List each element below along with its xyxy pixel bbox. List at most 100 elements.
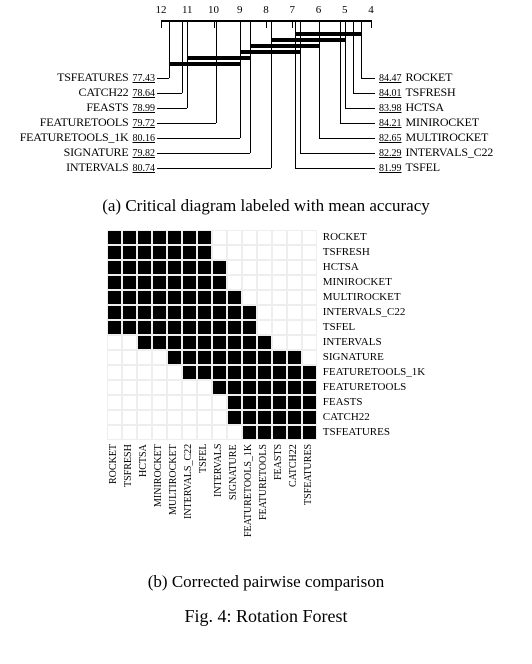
- heatmap-cell: [287, 260, 302, 275]
- heatmap-cell: [212, 395, 227, 410]
- heatmap-cell: [242, 350, 257, 365]
- heatmap-cell: [227, 275, 242, 290]
- heatmap-cell: [227, 365, 242, 380]
- clique-bar: [250, 44, 318, 48]
- lead-line: [353, 93, 375, 94]
- axis-tick: [371, 20, 372, 28]
- spacer: [316, 444, 426, 564]
- heatmap-cell: [182, 275, 197, 290]
- heatmap-cell: [167, 260, 182, 275]
- heatmap-cell: [272, 365, 287, 380]
- method-label: CATCH22: [79, 85, 129, 100]
- heatmap-cell: [137, 395, 152, 410]
- heatmap-cell: [107, 275, 122, 290]
- heatmap-cell: [167, 245, 182, 260]
- heatmap-cell: [242, 365, 257, 380]
- heatmap-cell: [182, 350, 197, 365]
- axis-tick-label: 6: [316, 4, 322, 16]
- heatmap-cell: [242, 410, 257, 425]
- method-entry-right: 84.01TSFRESH: [379, 85, 455, 100]
- heatmap-cell: [302, 395, 317, 410]
- heatmap-cell: [197, 425, 212, 440]
- heatmap-cell: [152, 230, 167, 245]
- heatmap-cell: [242, 290, 257, 305]
- heatmap-col-label: INTERVALS: [211, 444, 226, 564]
- heatmap-row-label: FEASTS: [317, 395, 363, 410]
- lead-line: [340, 20, 341, 123]
- method-entry-right: 84.21MINIROCKET: [379, 115, 479, 130]
- heatmap-cell: [227, 245, 242, 260]
- heatmap-cell: [197, 275, 212, 290]
- heatmap-row-label: INTERVALS_C22: [317, 305, 406, 320]
- heatmap-cell: [227, 230, 242, 245]
- heatmap-col-label: SIGNATURE: [226, 444, 241, 564]
- heatmap-cell: [182, 245, 197, 260]
- heatmap-cell: [122, 275, 137, 290]
- heatmap-cell: [257, 230, 272, 245]
- heatmap-cell: [287, 290, 302, 305]
- heatmap-cell: [167, 290, 182, 305]
- lead-line: [187, 20, 188, 108]
- heatmap-cell: [197, 350, 212, 365]
- heatmap-row: ROCKET: [107, 230, 425, 245]
- heatmap-cell: [152, 245, 167, 260]
- method-value: 83.98: [379, 103, 402, 114]
- heatmap-cell: [272, 275, 287, 290]
- method-label: SIGNATURE: [64, 145, 129, 160]
- heatmap-cell: [152, 275, 167, 290]
- caption-b: (b) Corrected pairwise comparison: [0, 572, 532, 592]
- heatmap-cell: [122, 350, 137, 365]
- heatmap-cell: [122, 320, 137, 335]
- method-label: TSFEATURES: [57, 70, 128, 85]
- method-label: INTERVALS_C22: [406, 145, 494, 160]
- heatmap-cell: [107, 245, 122, 260]
- heatmap-cell: [227, 305, 242, 320]
- heatmap-cell: [107, 230, 122, 245]
- method-value: 79.72: [133, 118, 156, 129]
- heatmap-row-label: MULTIROCKET: [317, 290, 401, 305]
- lead-line: [345, 20, 346, 108]
- heatmap-cell: [287, 245, 302, 260]
- heatmap-cell: [182, 260, 197, 275]
- method-label: MINIROCKET: [406, 115, 479, 130]
- method-entry-left: FEASTS78.99: [86, 100, 155, 115]
- heatmap-cell: [272, 335, 287, 350]
- heatmap-cell: [242, 230, 257, 245]
- axis-tick: [161, 20, 162, 28]
- heatmap-cell: [167, 380, 182, 395]
- heatmap-cell: [302, 350, 317, 365]
- heatmap-cell: [182, 380, 197, 395]
- method-label: ROCKET: [406, 70, 453, 85]
- heatmap-cell: [287, 380, 302, 395]
- heatmap-cell: [272, 425, 287, 440]
- method-label: TSFRESH: [406, 85, 456, 100]
- heatmap-cell: [182, 395, 197, 410]
- heatmap-row-label: FEATURETOOLS_1K: [317, 365, 425, 380]
- lead-line: [169, 20, 170, 78]
- heatmap-cell: [242, 425, 257, 440]
- heatmap-cell: [197, 320, 212, 335]
- heatmap-cell: [242, 380, 257, 395]
- heatmap-row: FEATURETOOLS_1K: [107, 365, 425, 380]
- heatmap-cell: [182, 425, 197, 440]
- heatmap-col-label: INTERVALS_C22: [181, 444, 196, 564]
- heatmap-col-label: CATCH22: [286, 444, 301, 564]
- lead-line: [157, 168, 271, 169]
- heatmap-cell: [287, 425, 302, 440]
- heatmap-cell: [302, 320, 317, 335]
- heatmap-row: INTERVALS: [107, 335, 425, 350]
- heatmap-row: HCTSA: [107, 260, 425, 275]
- method-label: FEASTS: [86, 100, 128, 115]
- method-value: 82.65: [379, 133, 402, 144]
- heatmap-cell: [287, 275, 302, 290]
- heatmap-cell: [212, 305, 227, 320]
- clique-bar: [271, 38, 345, 42]
- method-value: 80.16: [133, 133, 156, 144]
- heatmap-cell: [137, 275, 152, 290]
- axis-tick: [266, 20, 267, 28]
- heatmap-cell: [287, 335, 302, 350]
- method-entry-right: 84.47ROCKET: [379, 70, 452, 85]
- heatmap-cell: [107, 425, 122, 440]
- lead-line: [295, 168, 375, 169]
- heatmap-cell: [257, 380, 272, 395]
